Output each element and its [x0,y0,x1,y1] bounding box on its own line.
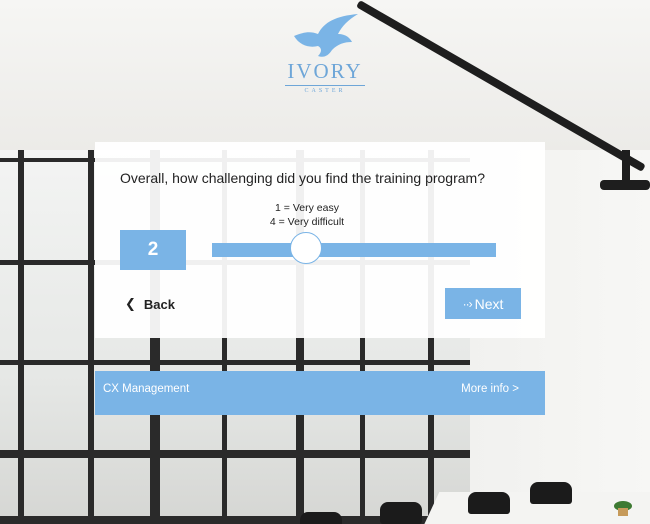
brand-subtitle: CASTER [304,88,346,94]
scale-hint-high: 4 = Very difficult [269,216,345,228]
slider-track[interactable] [212,243,496,257]
brand-divider [285,85,365,86]
survey-card: Overall, how challenging did you find th… [95,142,545,338]
scale-hint: 1 = Very easy 4 = Very difficult [245,201,369,229]
more-info-link[interactable]: More info > [461,383,519,395]
next-button[interactable]: ··› Next [445,288,521,319]
brand-name: IVORY [287,59,363,83]
footer-bar: CX Management More info > [95,371,545,415]
chevron-left-icon: ❮ [125,296,136,311]
question-text: Overall, how challenging did you find th… [120,170,485,186]
next-button-label: Next [474,295,504,312]
chair [468,492,510,514]
back-button[interactable]: ❮ Back [125,296,175,312]
arrow-right-icon: ··› [462,296,473,311]
back-button-label: Back [143,296,175,312]
slider-thumb[interactable] [289,232,322,264]
plant [614,501,632,516]
scale-hint-low: 1 = Very easy [275,202,339,214]
brand-logo: IVORY CASTER [280,12,370,94]
chair [380,502,422,524]
chair [300,512,342,524]
footer-company: CX Management [103,383,190,395]
chair [530,482,572,504]
bird-icon [294,14,358,57]
slider-value-display: 2 [120,230,186,270]
